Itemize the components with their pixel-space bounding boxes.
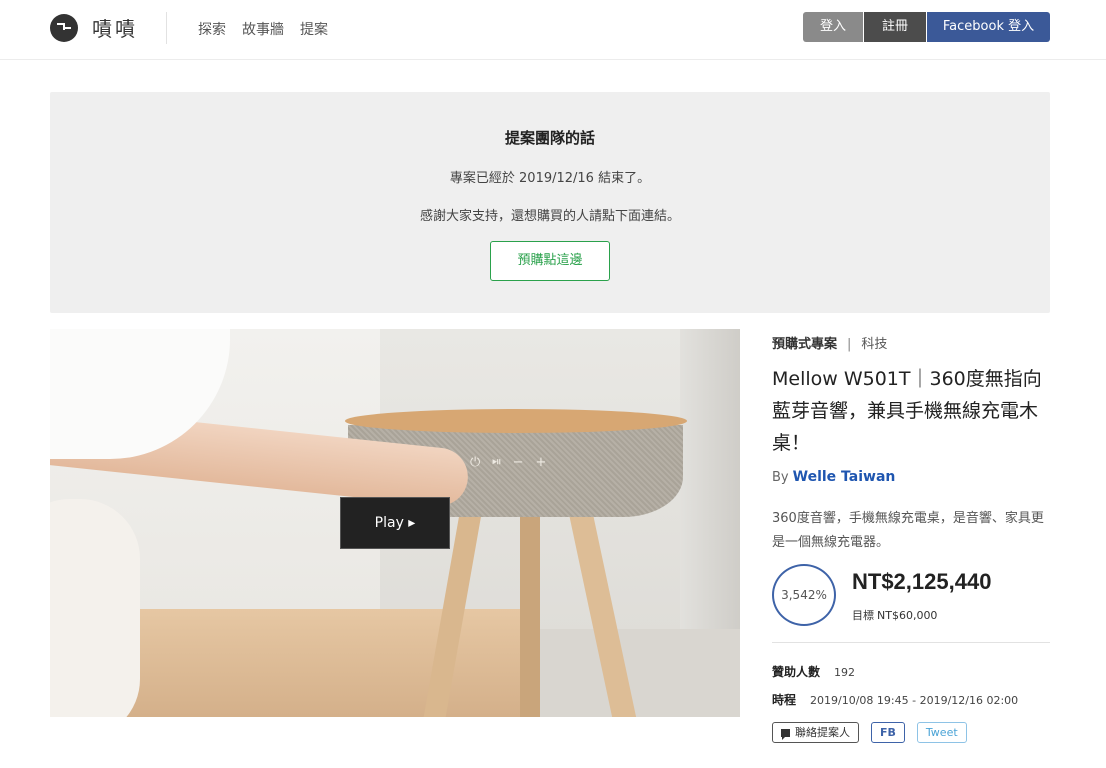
login-button[interactable]: 登入 <box>803 12 863 42</box>
register-button[interactable]: 註冊 <box>864 12 926 42</box>
goal-value: NT$60,000 <box>877 609 938 622</box>
share-actions: 聯絡提案人 FB Tweet <box>772 722 967 743</box>
project-video[interactable]: ⏻⏯−+ Play ▸ <box>50 329 740 717</box>
site-header: 嘖嘖 探索 故事牆 提案 登入 註冊 Facebook 登入 <box>0 0 1106 60</box>
main-nav: 探索 故事牆 提案 <box>198 19 328 39</box>
notice-thanks-text: 感謝大家支持，還想購買的人請點下面連結。 <box>419 209 680 224</box>
header-divider <box>166 12 167 44</box>
goal-label: 目標 <box>852 609 874 622</box>
project-category[interactable]: 科技 <box>861 337 887 352</box>
raised-amount: NT$2,125,440 <box>852 569 992 594</box>
project-description: 360度音響，手機無線充電桌，是音響、家具更是一個無線充電器。 <box>772 511 1044 550</box>
project-type: 預購式專案 <box>772 337 838 352</box>
notice-title: 提案團隊的話 <box>504 129 595 147</box>
backers-value: 192 <box>834 666 856 679</box>
site-logo[interactable]: 嘖嘖 <box>50 13 138 42</box>
funding-goal: 目標 NT$60,000 <box>852 607 937 623</box>
chat-icon <box>781 728 790 740</box>
preorder-link-button[interactable]: 預購點這邊 <box>490 241 610 281</box>
nav-item-propose[interactable]: 提案 <box>300 19 328 39</box>
period-label: 時程 <box>772 693 797 707</box>
period-value: 2019/10/08 19:45 - 2019/12/16 02:00 <box>810 694 1019 707</box>
notice-ended-text: 專案已經於 2019/12/16 結束了。 <box>449 171 651 186</box>
meta-separator: | <box>847 337 852 352</box>
project-ended-notice: 提案團隊的話 專案已經於 2019/12/16 結束了。 感謝大家支持，還想購買… <box>50 92 1050 313</box>
play-button[interactable]: Play ▸ <box>340 497 450 549</box>
facebook-login-button[interactable]: Facebook 登入 <box>927 12 1050 42</box>
by-label: By <box>772 470 789 485</box>
nav-item-story-wall[interactable]: 故事牆 <box>242 19 284 39</box>
backers-count: 贊助人數 192 <box>772 663 855 680</box>
contact-label: 聯絡提案人 <box>795 726 850 739</box>
info-divider <box>772 642 1050 643</box>
backers-label: 贊助人數 <box>772 665 821 679</box>
nav-item-explore[interactable]: 探索 <box>198 19 226 39</box>
contact-owner-button[interactable]: 聯絡提案人 <box>772 722 859 743</box>
logo-text: 嘖嘖 <box>92 17 138 41</box>
project-owner: By Welle Taiwan <box>772 469 895 485</box>
project-title: Mellow W501T｜360度無指向藍芽音響，兼具手機無線充電木桌！ <box>772 368 1042 454</box>
project-period: 時程 2019/10/08 19:45 - 2019/12/16 02:00 <box>772 691 1018 708</box>
funding-percent-ring: 3,542% <box>772 564 836 626</box>
logo-icon <box>50 13 78 42</box>
facebook-share-button[interactable]: FB <box>871 722 905 743</box>
auth-buttons: 登入 註冊 Facebook 登入 <box>803 12 1050 42</box>
tweet-button[interactable]: Tweet <box>916 722 967 743</box>
project-meta: 預購式專案 | 科技 <box>772 333 887 352</box>
speaker-controls: ⏻⏯−+ <box>470 455 559 470</box>
author-link[interactable]: Welle Taiwan <box>793 469 896 485</box>
